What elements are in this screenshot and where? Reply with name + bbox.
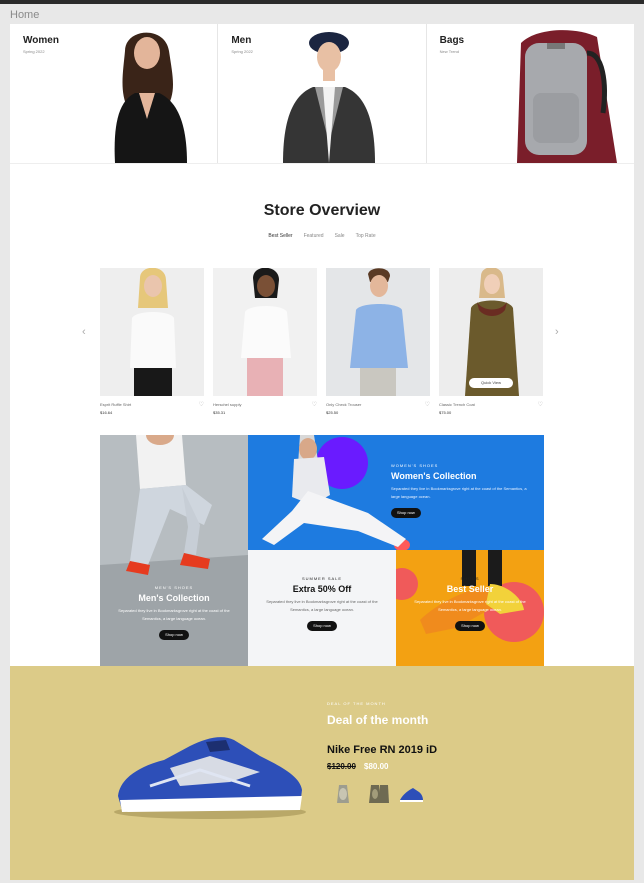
deal-product-name: Nike Free RN 2019 iD [327,744,438,756]
category-name: Bags [439,35,465,46]
chevron-right-icon[interactable]: › [555,326,559,338]
banner-best-seller[interactable]: SHOES Best Seller Separated they live in… [396,550,544,666]
banner-kicker: WOMEN'S SHOES [391,463,439,468]
banner-description: Separated they live in Bookmarksgrove ri… [391,486,527,499]
page: Women Spring 2022 Men Spring 2022 Bags N… [10,24,634,880]
banner-description: Separated they live in Bookmarksgrove ri… [266,599,378,612]
product-card[interactable]: Herschel supply $35.31 ♡ [213,268,317,418]
category-men[interactable]: Men Spring 2022 [218,24,427,163]
banner-content: WOMEN'S SHOES Women's Collection Separat… [391,463,539,519]
section-title: Store Overview [263,202,381,219]
bags-model-image [516,30,617,163]
product-price: $25.50 [326,410,339,415]
heart-icon[interactable]: ♡ [312,401,317,408]
banner-summer-sale[interactable]: SUMMER SALE Extra 50% Off Separated they… [248,550,396,666]
product-name: Herschel supply [213,402,242,407]
women-model-image [114,32,187,163]
product-image [100,268,204,396]
banner-title: Women's Collection [391,471,477,481]
banner-kicker: SHOES [460,576,480,581]
category-name: Men [231,35,252,46]
deal-kicker: DEAL OF THE MONTH [327,701,386,706]
product-image: Quick View [439,268,543,396]
shop-now-button[interactable]: Shop now [307,621,337,631]
category-bags[interactable]: Bags New Trend [426,24,634,163]
banner-content: SUMMER SALE Extra 50% Off Separated they… [248,576,396,632]
product-image [326,268,430,396]
shop-now-button[interactable]: Shop now [455,621,485,631]
banner-kicker: SUMMER SALE [301,576,343,581]
banner-title: Extra 50% Off [292,584,352,594]
product-card[interactable]: Esprit Ruffle Shirt $16.64 ♡ [100,268,204,418]
banner-womens-collection[interactable]: WOMEN'S SHOES Women's Collection Separat… [248,435,544,550]
shop-now-button[interactable]: Shop now [391,508,421,518]
category-women[interactable]: Women Spring 2022 [10,24,219,163]
category-name: Women [23,35,59,46]
banner-kicker: MEN'S SHOES [154,585,194,590]
banner-title: Men's Collection [138,593,210,603]
tab-sale[interactable]: Sale [335,233,345,239]
product-name: Classic Trench Coat [439,402,475,407]
category-subtitle: Spring 2022 [231,49,253,54]
heart-icon[interactable]: ♡ [425,401,430,408]
product-name: Esprit Ruffle Shirt [100,402,132,407]
product-card[interactable]: Only Check Trouser $25.50 ♡ [326,268,430,418]
deal-section: DEAL OF THE MONTH Deal of the month Nike… [10,666,634,880]
category-strip: Women Spring 2022 Men Spring 2022 Bags N… [10,24,634,164]
product-price: $35.31 [213,410,226,415]
banner-content: MEN'S SHOES Men's Collection Separated t… [100,585,248,641]
banner-description: Separated they live in Bookmarksgrove ri… [118,608,230,621]
shoe-thumbnail[interactable] [366,782,390,806]
men-model-image [283,32,376,163]
shoe-thumbnail[interactable] [399,782,423,806]
deal-title: Deal of the month [327,713,429,727]
product-name: Only Check Trouser [326,402,362,407]
banner-description: Separated they live in Bookmarksgrove ri… [414,599,526,612]
banner-content: SHOES Best Seller Separated they live in… [396,576,544,632]
product-image [213,268,317,396]
product-card[interactable]: Quick View Classic Trench Coat $75.00 ♡ [439,268,543,418]
banner-title: Best Seller [446,584,494,594]
deal-new-price: $80.00 [364,762,389,771]
category-subtitle: New Trend [439,49,459,54]
product-price: $75.00 [439,410,452,415]
frame-label: Home [10,9,40,21]
promo-banners: MEN'S SHOES Men's Collection Separated t… [100,435,544,666]
deal-old-price: $120.00 [327,762,356,771]
category-subtitle: Spring 2022 [23,49,45,54]
window-top-bar [0,0,644,4]
shoe-thumbnail[interactable] [333,782,357,806]
deal-thumbnails [333,782,423,806]
tab-best-seller[interactable]: Best Seller [268,233,292,239]
tab-top-rate[interactable]: Top Rate [356,233,376,239]
quick-view-button[interactable]: Quick View [469,378,513,388]
shop-now-button[interactable]: Shop now [159,630,189,640]
product-price: $16.64 [100,410,113,415]
chevron-left-icon[interactable]: ‹ [82,326,86,338]
product-list: Esprit Ruffle Shirt $16.64 ♡ Herschel su… [100,268,545,418]
tab-featured[interactable]: Featured [304,233,324,239]
heart-icon[interactable]: ♡ [538,401,543,408]
shoe-image [114,737,306,819]
banner-mens-collection[interactable]: MEN'S SHOES Men's Collection Separated t… [100,435,248,666]
heart-icon[interactable]: ♡ [199,401,204,408]
overview-tabs: Best Seller Featured Sale Top Rate [10,233,634,239]
